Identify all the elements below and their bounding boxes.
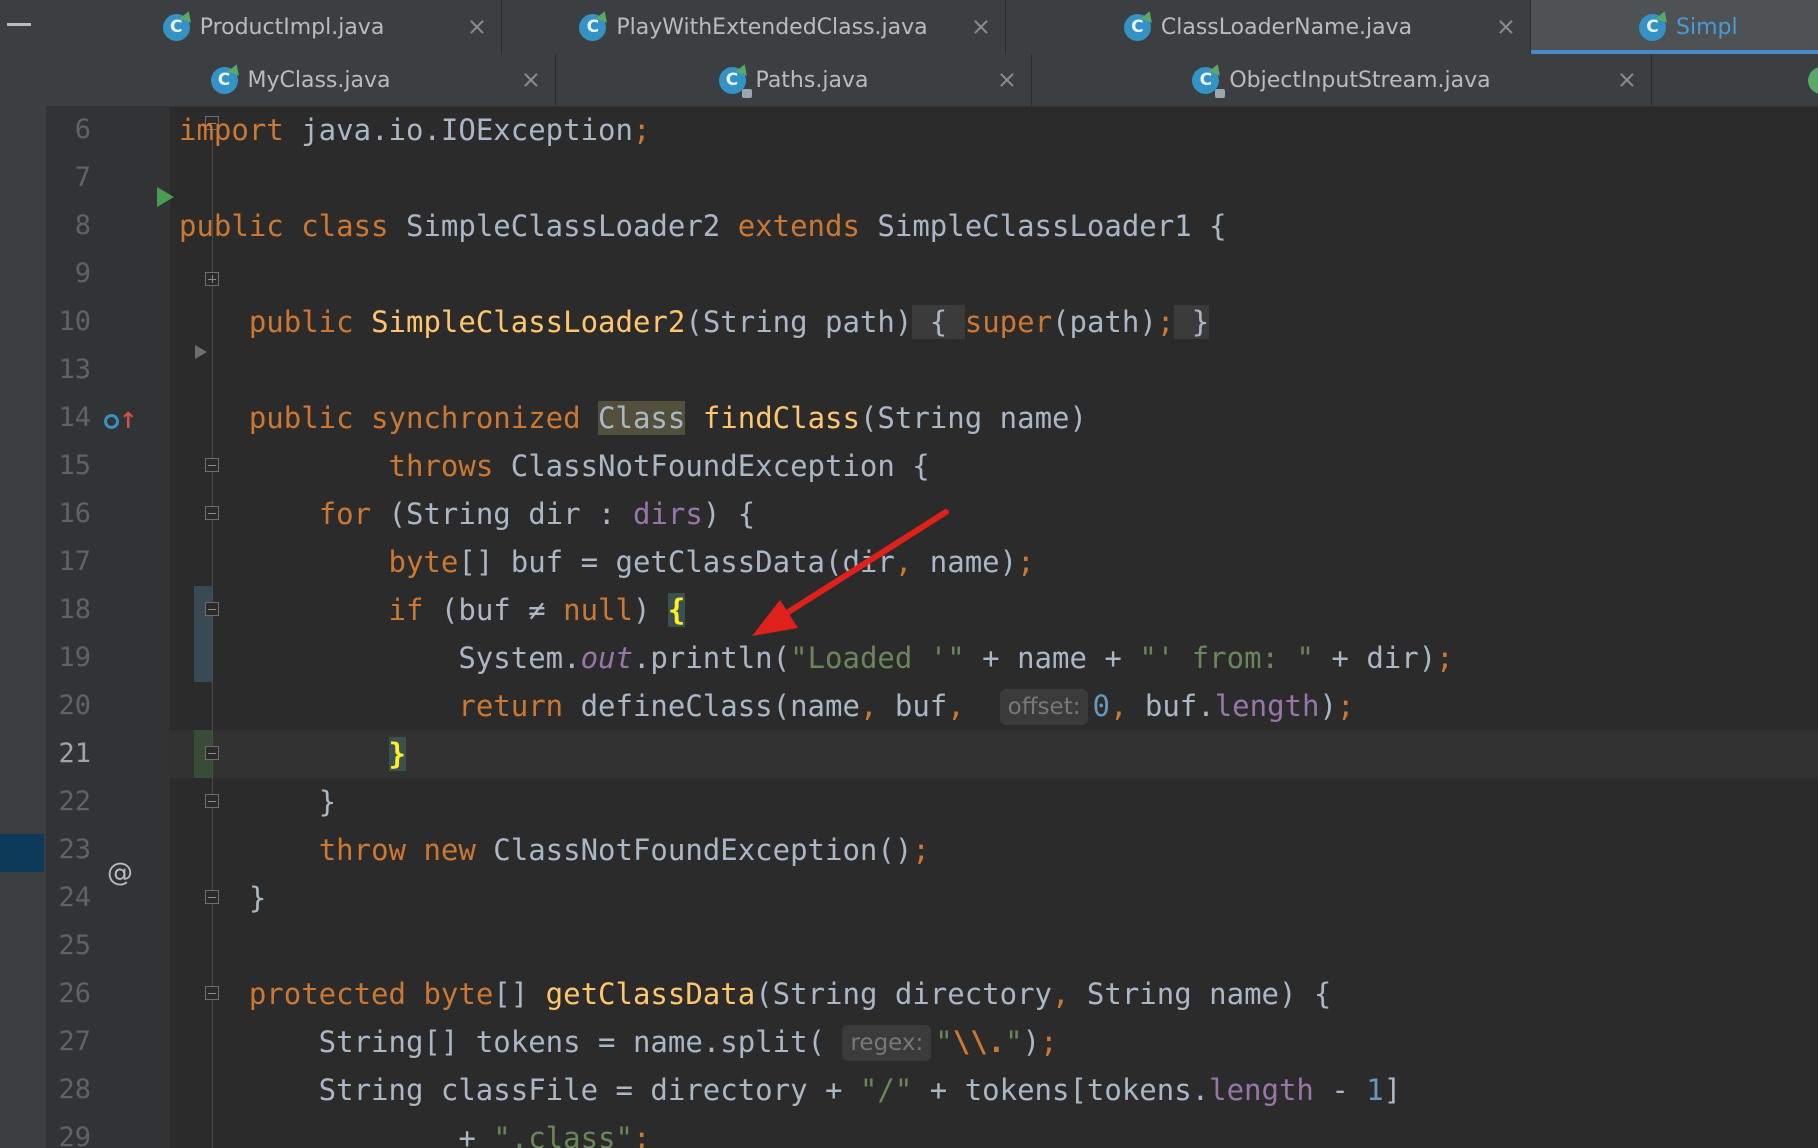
red-arrow-annotation xyxy=(752,509,949,636)
